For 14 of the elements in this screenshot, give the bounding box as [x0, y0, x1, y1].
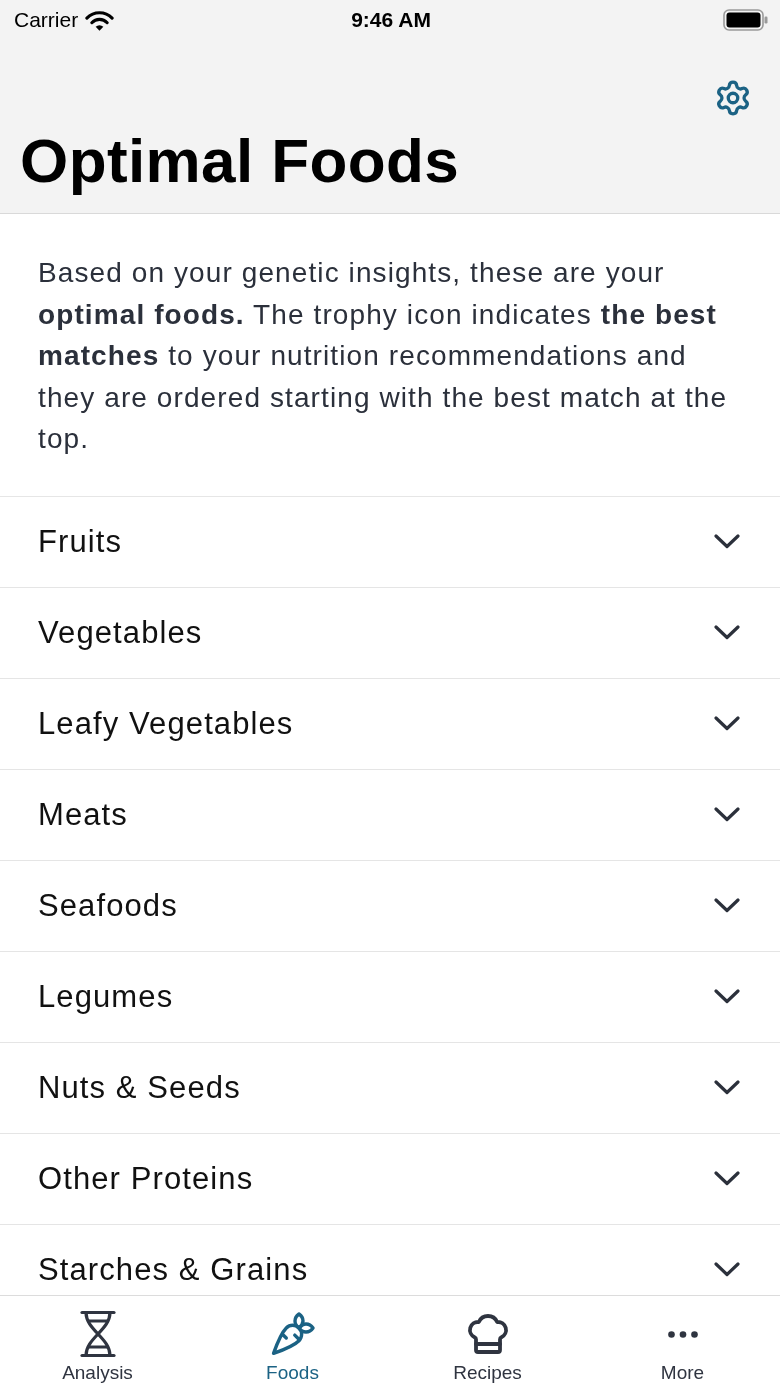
page-title: Optimal Foods: [20, 125, 460, 197]
battery-icon: [723, 9, 768, 31]
carrier-name: Carrier: [14, 8, 79, 32]
wifi-icon: [85, 9, 115, 31]
tab[interactable]: Analysis: [0, 1296, 195, 1387]
settings-button[interactable]: [714, 79, 752, 117]
clock-time: 9:46 AM: [351, 8, 431, 32]
dna-icon: [78, 1310, 117, 1358]
ellipsis-icon: [667, 1330, 698, 1338]
intro-paragraph: Based on your genetic insights, these are your optimal foods. The trophy icon indicates the best matches to your nutrition recommendations and they are ordered starting with the best match at the top.: [38, 256, 729, 456]
settings-icon: [714, 79, 752, 117]
tab[interactable]: More: [585, 1296, 780, 1387]
tab[interactable]: Recipes: [390, 1296, 585, 1387]
tab[interactable]: Foods: [195, 1296, 390, 1387]
